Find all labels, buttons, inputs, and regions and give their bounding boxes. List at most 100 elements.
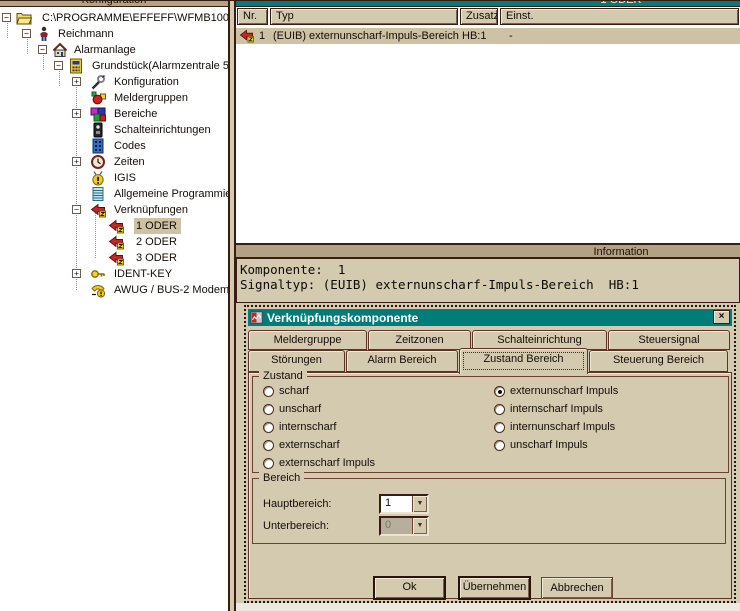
tree-item-c-programme-effeff-wfmb100[interactable]: − C:\PROGRAMME\EFFEFF\WFMB100\ [0,10,228,26]
tree-item-label[interactable]: Alarmanlage [72,42,140,58]
tree-item-awug-bus-2-modem[interactable]: AWUG / BUS-2 Modem [0,282,228,298]
tree-item-label[interactable]: 1 ODER [134,218,181,234]
minus-expander-icon[interactable]: − [22,29,31,38]
radio-label-externunscharf-impuls: externunscharf Impuls [510,385,618,397]
radio-scharf[interactable] [263,386,274,397]
minus-expander-icon[interactable]: − [2,13,11,22]
tree-item-label[interactable]: Zeiten [112,154,149,170]
person-icon [36,26,52,42]
minus-expander-icon[interactable]: − [54,61,63,70]
radio-unscharf-impuls[interactable] [494,440,505,451]
tree-item-label[interactable]: Allgemeine Programmier [112,186,228,202]
tree-item-3-oder[interactable]: 3 ODER [0,250,228,266]
column-header-nr[interactable]: Nr. [237,8,268,25]
tree-item-verknüpfungen[interactable]: − Verknüpfungen [0,202,228,218]
tree-item-schalteinrichtungen[interactable]: Schalteinrichtungen [0,122,228,138]
tree-item-alarmanlage[interactable]: − Alarmanlage [0,42,228,58]
list-pane-caption: 1 ODER [236,0,740,7]
tree-item-label[interactable]: Bereiche [112,106,161,122]
info-line-komponente: Komponente: 1 [240,262,739,277]
combo-value[interactable]: 1 [381,496,412,512]
plus-expander-icon[interactable]: + [72,269,81,278]
tab-schalteinrichtung[interactable]: Schalteinrichtung [472,330,607,350]
tree-item-label[interactable]: IGIS [112,170,140,186]
field-label-hauptbereich: Hauptbereich: [263,498,332,510]
tree-item-codes[interactable]: Codes [0,138,228,154]
tree-item-label[interactable]: Verknüpfungen [112,202,192,218]
radio-label-internscharf-impuls: internscharf Impuls [510,403,603,415]
tree-item-label[interactable]: 3 ODER [134,250,181,266]
panel-icon [68,58,84,74]
radio-internscharf[interactable] [263,422,274,433]
zeiten-icon [90,154,106,170]
tree-item-label[interactable]: IDENT-KEY [112,266,176,282]
radio-label-scharf: scharf [279,385,309,397]
pane-splitter[interactable] [228,0,236,611]
tree-item-allgemeine-programmier[interactable]: Allgemeine Programmier [0,186,228,202]
minus-expander-icon[interactable]: − [38,45,47,54]
list-row[interactable]: 1(EUIB) externunscharf-Impuls-BereichHB:… [236,28,740,44]
tree-item-label[interactable]: AWUG / BUS-2 Modem [112,282,228,298]
ok-button[interactable]: Ok [373,576,446,600]
cell-zusatz: HB:1 [462,29,486,44]
verkn-icon [108,218,124,234]
tree-item-meldergruppen[interactable]: Meldergruppen [0,90,228,106]
plus-expander-icon[interactable]: + [72,157,81,166]
plus-expander-icon[interactable]: + [72,77,81,86]
dialog-title-bar[interactable]: Verknüpfungskomponente × [248,309,732,326]
tree-item-ident-key[interactable]: + IDENT-KEY [0,266,228,282]
information-content: Komponente: 1 Signaltyp: (EUIB) externun… [236,258,740,303]
tree-item-label[interactable]: Codes [112,138,150,154]
tree-item-label[interactable]: Grundstück(Alarmzentrale 5 [90,58,228,74]
radio-unscharf[interactable] [263,404,274,415]
plus-expander-icon[interactable]: + [72,109,81,118]
tree-item-igis[interactable]: IGIS [0,170,228,186]
radio-externscharf[interactable] [263,440,274,451]
component-list[interactable]: 1(EUIB) externunscharf-Impuls-BereichHB:… [236,25,740,243]
tab-zustand-bereich[interactable]: Zustand Bereich [459,348,588,374]
tree-item-2-oder[interactable]: 2 ODER [0,234,228,250]
column-header-zusatz[interactable]: Zusatz [460,8,498,25]
tree-item-label[interactable]: Reichmann [56,26,118,42]
abbrechen-button[interactable]: Abbrechen [541,577,613,599]
tree-item-reichmann[interactable]: − Reichmann [0,26,228,42]
tree-item-grundstück-alarmzentrale-5[interactable]: − Grundstück(Alarmzentrale 5 [0,58,228,74]
tab-steuersignal[interactable]: Steuersignal [608,330,730,350]
tab-alarm-bereich[interactable]: Alarm Bereich [346,350,458,372]
tree-item-1-oder[interactable]: 1 ODER [0,218,228,234]
tab-zeitzonen[interactable]: Zeitzonen [368,330,471,350]
information-pane-caption-label: Information [576,246,666,258]
close-icon[interactable]: × [713,310,730,324]
tab-steuerung-bereich[interactable]: Steuerung Bereich [589,350,728,372]
schalt-icon [90,122,106,138]
melder-icon [90,90,106,106]
minus-expander-icon[interactable]: − [72,205,81,214]
column-header-einst[interactable]: Einst. [500,8,739,25]
übernehmen-button[interactable]: Übernehmen [458,576,531,600]
radio-externscharf-impuls[interactable] [263,458,274,469]
tab-störungen[interactable]: Störungen [248,350,345,372]
tree-item-label[interactable]: 2 ODER [134,234,181,250]
tree-item-label[interactable]: Schalteinrichtungen [112,122,215,138]
tree-item-konfiguration[interactable]: + Konfiguration [0,74,228,90]
tab-meldergruppe[interactable]: Meldergruppe [248,330,367,350]
tree-item-bereiche[interactable]: + Bereiche [0,106,228,122]
chevron-down-icon[interactable]: ▼ [412,496,427,512]
config-icon [90,74,106,90]
combo-hauptbereich[interactable]: 1▼ [379,494,429,514]
radio-internunscharf-impuls[interactable] [494,422,505,433]
radio-externunscharf-impuls[interactable] [494,386,505,397]
tab-row-1: MeldergruppeZeitzonenSchalteinrichtungSt… [248,330,732,350]
info-line-signaltyp: Signaltyp: (EUIB) externunscharf-Impuls-… [240,277,739,292]
chart-icon [250,311,263,324]
column-header-typ[interactable]: Typ [270,8,458,25]
tree-item-label[interactable]: Meldergruppen [112,90,192,106]
tree-item-label[interactable]: Konfiguration [112,74,183,90]
tree-item-zeiten[interactable]: + Zeiten [0,154,228,170]
radio-internscharf-impuls[interactable] [494,404,505,415]
configuration-tree[interactable]: −C:\PROGRAMME\EFFEFF\WFMB100\−Reichmann−… [0,8,228,611]
house-icon [52,42,68,58]
bereiche-icon [90,106,106,122]
tree-item-label[interactable]: C:\PROGRAMME\EFFEFF\WFMB100\ [40,10,228,26]
igis-icon [90,170,106,186]
